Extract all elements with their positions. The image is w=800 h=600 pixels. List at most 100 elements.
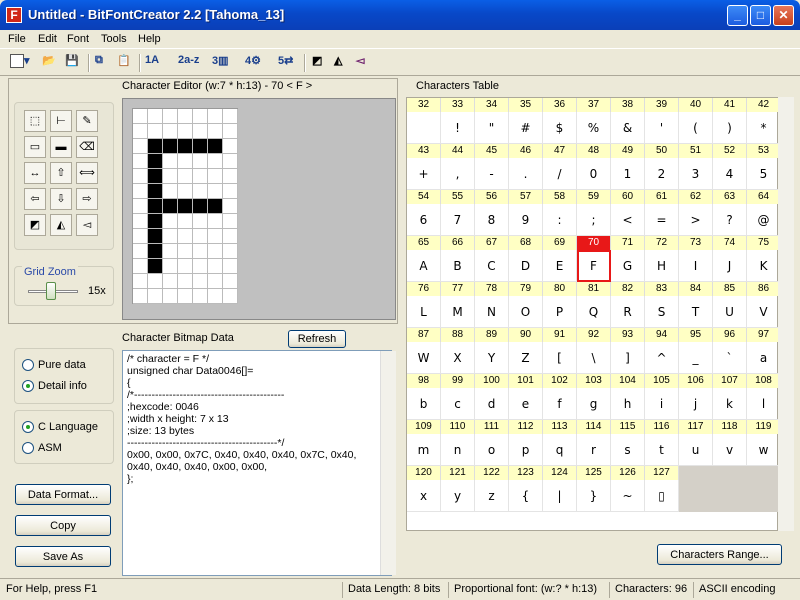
char-cell[interactable]: H bbox=[645, 250, 679, 282]
pixel-cell[interactable] bbox=[223, 169, 238, 184]
pixel-cell[interactable] bbox=[148, 169, 163, 184]
menu-font[interactable]: Font bbox=[67, 33, 89, 45]
char-cell[interactable]: / bbox=[543, 158, 577, 190]
char-cell[interactable]: ~ bbox=[611, 480, 645, 512]
pixel-cell[interactable] bbox=[223, 109, 238, 124]
pixel-cell[interactable] bbox=[178, 124, 193, 139]
pixel-cell[interactable] bbox=[148, 184, 163, 199]
char-cell[interactable]: K bbox=[747, 250, 781, 282]
open-folder-icon[interactable]: 📂 bbox=[42, 54, 56, 72]
asm-radio[interactable]: ASM bbox=[22, 442, 62, 455]
char-cell[interactable]: $ bbox=[543, 112, 577, 144]
zoom-slider-thumb[interactable] bbox=[46, 282, 56, 300]
pixel-cell[interactable] bbox=[193, 274, 208, 289]
pixel-cell[interactable] bbox=[178, 139, 193, 154]
char-cell[interactable]: : bbox=[543, 204, 577, 236]
char-cell[interactable]: J bbox=[713, 250, 747, 282]
pixel-cell[interactable] bbox=[223, 199, 238, 214]
maximize-button[interactable]: □ bbox=[750, 5, 771, 26]
pixel-cell[interactable] bbox=[133, 214, 148, 229]
char-cell[interactable]: E bbox=[543, 250, 577, 282]
column-icon[interactable]: 3▥ bbox=[212, 54, 229, 72]
char-cell[interactable]: ▯ bbox=[645, 480, 679, 512]
char-cell[interactable]: 5 bbox=[747, 158, 781, 190]
char-cell[interactable]: ! bbox=[441, 112, 475, 144]
pixel-cell[interactable] bbox=[193, 154, 208, 169]
char-cell[interactable]: t bbox=[645, 434, 679, 466]
pixel-cell[interactable] bbox=[223, 274, 238, 289]
char-cell[interactable]: w bbox=[747, 434, 781, 466]
pixel-cell[interactable] bbox=[148, 274, 163, 289]
pixel-cell[interactable] bbox=[163, 274, 178, 289]
pixel-cell[interactable] bbox=[223, 214, 238, 229]
pure-data-radio[interactable]: Pure data bbox=[22, 359, 86, 372]
pixel-cell[interactable] bbox=[208, 139, 223, 154]
char-cell[interactable]: N bbox=[475, 296, 509, 328]
char-cell[interactable]: j bbox=[679, 388, 713, 420]
char-cell[interactable]: . bbox=[509, 158, 543, 190]
char-cell[interactable]: o bbox=[475, 434, 509, 466]
pixel-cell[interactable] bbox=[193, 214, 208, 229]
char-cell[interactable]: e bbox=[509, 388, 543, 420]
characters-range-button[interactable]: Characters Range... bbox=[657, 544, 782, 565]
char-cell[interactable]: I bbox=[679, 250, 713, 282]
char-cell[interactable]: S bbox=[645, 296, 679, 328]
pixel-cell[interactable] bbox=[163, 199, 178, 214]
pixel-cell[interactable] bbox=[178, 169, 193, 184]
char-cell[interactable]: b bbox=[407, 388, 441, 420]
pixel-cell[interactable] bbox=[208, 274, 223, 289]
char-cell[interactable]: X bbox=[441, 342, 475, 374]
char-cell[interactable]: ` bbox=[713, 342, 747, 374]
refresh-button[interactable]: Refresh bbox=[288, 330, 346, 348]
eraser-icon[interactable]: ⌫ bbox=[76, 136, 98, 158]
pixel-cell[interactable] bbox=[163, 109, 178, 124]
pixel-cell[interactable] bbox=[208, 289, 223, 304]
pixel-cell[interactable] bbox=[133, 124, 148, 139]
close-button[interactable]: ✕ bbox=[773, 5, 794, 26]
char-cell[interactable]: a bbox=[747, 342, 781, 374]
char-cell[interactable]: ] bbox=[611, 342, 645, 374]
pixel-cell[interactable] bbox=[223, 289, 238, 304]
char-cell[interactable]: f bbox=[543, 388, 577, 420]
pixel-cell[interactable] bbox=[193, 229, 208, 244]
char-cell[interactable]: " bbox=[475, 112, 509, 144]
pixel-cell[interactable] bbox=[133, 139, 148, 154]
pixel-cell[interactable] bbox=[223, 184, 238, 199]
mirror-icon[interactable]: ◭ bbox=[334, 54, 342, 72]
char-cell[interactable]: = bbox=[645, 204, 679, 236]
char-cell[interactable]: A bbox=[407, 250, 441, 282]
char-cell[interactable]: 0 bbox=[577, 158, 611, 190]
pixel-cell[interactable] bbox=[193, 289, 208, 304]
pixel-cell[interactable] bbox=[208, 229, 223, 244]
char-cell[interactable]: ? bbox=[713, 204, 747, 236]
pixel-cell[interactable] bbox=[208, 184, 223, 199]
pixel-cell[interactable] bbox=[163, 244, 178, 259]
rectangle-icon[interactable]: ▭ bbox=[24, 136, 46, 158]
pixel-cell[interactable] bbox=[193, 169, 208, 184]
char-cell[interactable]: ' bbox=[645, 112, 679, 144]
char-cell[interactable]: % bbox=[577, 112, 611, 144]
char-cell[interactable]: ) bbox=[713, 112, 747, 144]
filled-rect-icon[interactable]: ▬ bbox=[50, 136, 72, 158]
pixel-cell[interactable] bbox=[148, 139, 163, 154]
pixel-cell[interactable] bbox=[133, 199, 148, 214]
char-cell[interactable]: [ bbox=[543, 342, 577, 374]
flip-icon[interactable]: ◅ bbox=[76, 214, 98, 236]
pixel-cell[interactable] bbox=[163, 289, 178, 304]
char-cell[interactable]: { bbox=[509, 480, 543, 512]
char-cell[interactable]: | bbox=[543, 480, 577, 512]
pixel-cell[interactable] bbox=[163, 184, 178, 199]
arrow-down-icon[interactable]: ⇩ bbox=[50, 188, 72, 210]
invert-icon[interactable]: ◩ bbox=[312, 54, 322, 72]
pixel-cell[interactable] bbox=[178, 184, 193, 199]
pixel-cell[interactable] bbox=[148, 199, 163, 214]
char-cell[interactable]: Z bbox=[509, 342, 543, 374]
new-file-icon[interactable]: ▾ bbox=[10, 54, 30, 72]
pencil-icon[interactable]: ✎ bbox=[76, 110, 98, 132]
pixel-cell[interactable] bbox=[178, 154, 193, 169]
data-format-button[interactable]: Data Format... bbox=[15, 484, 111, 505]
pixel-grid[interactable] bbox=[132, 108, 238, 304]
pixel-cell[interactable] bbox=[163, 214, 178, 229]
invert-icon[interactable]: ◩ bbox=[24, 214, 46, 236]
pixel-cell[interactable] bbox=[148, 124, 163, 139]
